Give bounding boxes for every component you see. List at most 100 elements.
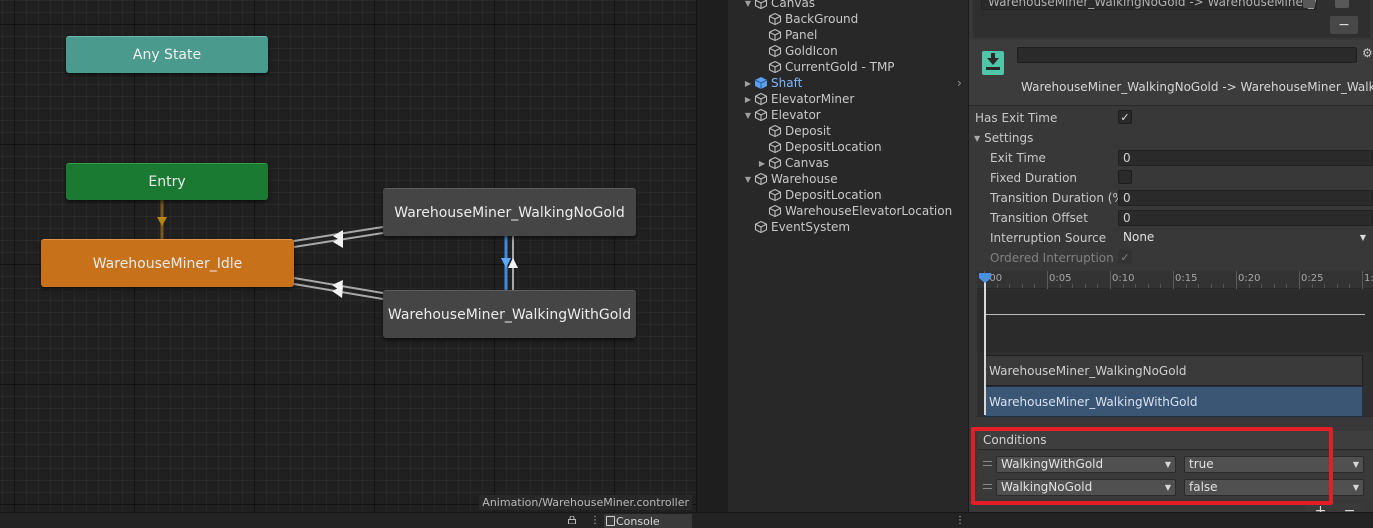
any-state-node[interactable]: Any State — [66, 36, 268, 73]
gear-icon[interactable]: ⚙ — [1362, 46, 1373, 60]
ruler-minor-tick — [1198, 284, 1200, 288]
settings-foldout[interactable]: ▼ Settings — [974, 128, 1033, 148]
hierarchy-item-label: Canvas — [785, 156, 830, 170]
transition-list-item[interactable]: WarehouseMiner_WalkingNoGold -> Warehous… — [981, 0, 1317, 10]
entry-transition-arrowhead — [157, 217, 167, 226]
ruler-minor-tick — [1311, 284, 1313, 288]
walking-no-gold-state-node[interactable]: WarehouseMiner_WalkingNoGold — [383, 188, 636, 236]
hierarchy-item-label: GoldIcon — [785, 44, 838, 58]
gameobject-cube-icon — [754, 172, 768, 186]
inspector-header: ⚙ WarehouseMiner_WalkingNoGold -> Wareho… — [969, 40, 1373, 106]
lock-icon[interactable] — [568, 516, 576, 524]
ruler-major-tick — [1236, 271, 1237, 289]
idle-state-label: WarehouseMiner_Idle — [92, 255, 243, 272]
source-clip-bar[interactable]: WarehouseMiner_WalkingNoGold — [984, 355, 1363, 386]
hierarchy-item[interactable]: Panel — [756, 27, 817, 43]
hierarchy-item[interactable]: ▶ Canvas — [756, 155, 829, 171]
ruler-major-tick — [1362, 271, 1363, 289]
hierarchy-item[interactable]: DepositLocation — [756, 187, 882, 203]
hierarchy-item[interactable]: Deposit — [756, 123, 831, 139]
transition-timeline[interactable]: :00 0:05 0:10 0:15 0:20 0:25 1: WarehouseMiner… — [977, 271, 1373, 417]
ruler-minor-tick — [1034, 284, 1036, 288]
idle-state-node[interactable]: WarehouseMiner_Idle — [41, 239, 294, 287]
transition-solo-toggle[interactable] — [1335, 0, 1349, 8]
target-clip-bar[interactable]: WarehouseMiner_WalkingWithGold — [984, 386, 1363, 417]
hierarchy-item[interactable]: ▼ Canvas — [742, 0, 815, 11]
hierarchy-item[interactable]: ▼ Warehouse — [742, 171, 838, 187]
has-exit-time-row: Has Exit Time — [975, 108, 1057, 128]
fold-collapsed-icon[interactable]: ▶ — [756, 155, 768, 171]
exit-time-input[interactable]: 0 — [1118, 150, 1373, 166]
gameobject-cube-icon — [768, 204, 782, 218]
ruler-tick-label: 0:05 — [1049, 273, 1072, 284]
has-exit-time-checkbox[interactable]: ✓ — [1118, 110, 1132, 124]
entry-node[interactable]: Entry — [66, 163, 268, 200]
kebab-menu-icon[interactable]: ⋮ — [590, 515, 600, 526]
transition-name-field[interactable] — [1017, 47, 1357, 63]
ruler-minor-tick — [1160, 284, 1162, 288]
ruler-major-tick — [1110, 271, 1111, 289]
console-icon — [606, 516, 615, 526]
transition-offset-row: Transition Offset — [990, 208, 1088, 228]
ruler-minor-tick — [1223, 284, 1225, 288]
ruler-minor-tick — [1273, 284, 1275, 288]
hierarchy-item[interactable]: WarehouseElevatorLocation — [756, 203, 952, 219]
ruler-minor-tick — [1135, 284, 1137, 288]
chevron-down-icon: ▼ — [1359, 233, 1366, 242]
transition-duration-label: Transition Duration (%) — [990, 191, 1129, 205]
fixed-duration-checkbox[interactable] — [1118, 170, 1132, 184]
fold-expanded-icon[interactable]: ▼ — [742, 107, 754, 123]
ruler-minor-tick — [1210, 284, 1212, 288]
transition-mute-toggle[interactable] — [1303, 0, 1315, 8]
ruler-tick-label: 0:25 — [1301, 273, 1324, 284]
timeline-playhead[interactable] — [984, 273, 986, 415]
transitions-list: WarehouseMiner_WalkingNoGold -> Warehous… — [973, 0, 1370, 38]
ruler-minor-tick — [1009, 284, 1011, 288]
gameobject-cube-icon — [768, 44, 782, 58]
fold-expanded-icon[interactable]: ▼ — [742, 171, 754, 187]
hierarchy-item[interactable]: ▼ Elevator — [742, 107, 821, 123]
ordered-interruption-label: Ordered Interruption — [990, 251, 1114, 265]
transition-curve-line — [985, 314, 1365, 315]
ruler-minor-tick — [1349, 284, 1351, 288]
prefab-open-arrow-icon[interactable]: › — [957, 76, 962, 90]
timeline-ruler[interactable]: :00 0:05 0:10 0:15 0:20 0:25 1: — [977, 271, 1373, 289]
kebab-menu-icon[interactable]: ⋮ — [955, 515, 965, 526]
playhead-marker-icon[interactable] — [979, 273, 991, 283]
hierarchy-item[interactable]: GoldIcon — [756, 43, 838, 59]
walking-with-gold-state-node[interactable]: WarehouseMiner_WalkingWithGold — [383, 290, 636, 338]
transition-offset-input[interactable]: 0 — [1118, 210, 1373, 226]
console-tab-label: Console — [616, 515, 660, 528]
hierarchy-item[interactable]: ▶ ElevatorMiner — [742, 91, 854, 107]
fold-expanded-icon[interactable]: ▼ — [742, 0, 754, 11]
hierarchy-panel[interactable]: ▼ Canvas BackGround Panel GoldIcon CurrentGol… — [728, 0, 968, 512]
gameobject-cube-icon — [768, 156, 782, 170]
fixed-duration-row: Fixed Duration — [990, 168, 1077, 188]
remove-transition-button[interactable]: − — [1330, 16, 1358, 34]
ruler-minor-tick — [1021, 284, 1023, 288]
bottom-tab-bar: ⋮ Console ⋮ — [0, 512, 1373, 528]
ruler-tick-label: 0:20 — [1238, 273, 1261, 284]
tab-console[interactable]: Console — [604, 514, 692, 528]
gameobject-cube-icon — [754, 220, 768, 234]
transition-duration-input[interactable]: 0 — [1118, 190, 1373, 206]
hierarchy-item[interactable]: ▶ Shaft — [742, 75, 802, 91]
transition-title: WarehouseMiner_WalkingNoGold -> Warehous… — [1021, 80, 1373, 94]
fold-collapsed-icon[interactable]: ▶ — [742, 75, 754, 91]
interruption-source-row: Interruption Source — [990, 228, 1106, 248]
prefab-cube-icon — [754, 77, 768, 89]
animator-graph[interactable]: Any State Entry WarehouseMiner_Idle Ware… — [0, 0, 696, 512]
interruption-source-dropdown[interactable]: None ▼ — [1118, 229, 1371, 246]
fold-collapsed-icon[interactable]: ▶ — [742, 91, 754, 107]
hierarchy-item[interactable]: DepositLocation — [756, 139, 882, 155]
ruler-minor-tick — [996, 284, 998, 288]
hierarchy-item[interactable]: BackGround — [756, 11, 858, 27]
hierarchy-item-label: ElevatorMiner — [771, 92, 855, 106]
hierarchy-item[interactable]: CurrentGold - TMP — [756, 59, 895, 75]
hierarchy-item[interactable]: EventSystem — [742, 219, 850, 235]
